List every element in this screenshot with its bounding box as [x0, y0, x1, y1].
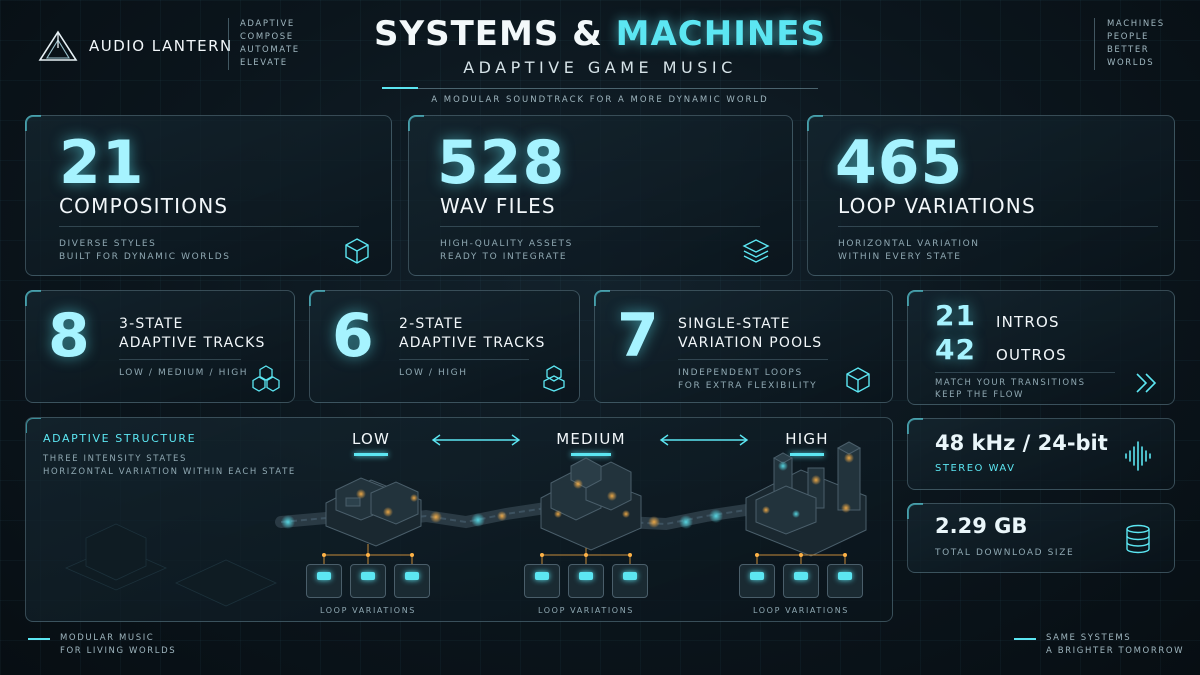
- header-tagline: A MODULAR SOUNDTRACK FOR A MORE DYNAMIC …: [431, 95, 769, 105]
- format-desc: STEREO WAV: [935, 463, 1016, 474]
- cube-icon: [845, 366, 871, 394]
- footer-right-accent: [1014, 638, 1036, 640]
- cube-icon: [344, 237, 370, 265]
- loop-label-medium: LOOP VARIATIONS: [538, 606, 634, 615]
- stat-card-loop-variations: 465 LOOP VARIATIONS HORIZONTAL VARIATION…: [807, 115, 1175, 276]
- header-rule-accent: [382, 87, 418, 89]
- stat-desc: INDEPENDENT LOOPS FOR EXTRA FLEXIBILITY: [678, 368, 818, 391]
- stat-divider: [59, 226, 359, 227]
- loop-box: [783, 564, 819, 598]
- double-chevron-right-icon: [1134, 371, 1160, 395]
- stat-card-3-state: 8 3-STATE ADAPTIVE TRACKS LOW / MEDIUM /…: [25, 290, 295, 403]
- adaptive-structure-panel: ADAPTIVE STRUCTURE THREE INTENSITY STATE…: [25, 417, 893, 622]
- loop-box-group-low: [306, 564, 430, 600]
- loop-box: [827, 564, 863, 598]
- intros-number: 21: [935, 299, 976, 332]
- loop-label-low: LOOP VARIATIONS: [320, 606, 416, 615]
- stat-card-wav-files: 528 WAV FILES HIGH-QUALITY ASSETS READY …: [408, 115, 793, 276]
- stat-desc: DIVERSE STYLES BUILT FOR DYNAMIC WORLDS: [59, 239, 231, 262]
- intros-label: INTROS: [996, 313, 1060, 331]
- top-right-words: MACHINES PEOPLE BETTER WORLDS: [1107, 19, 1165, 68]
- stat-number: 21: [59, 128, 145, 198]
- stat-card-2-state: 6 2-STATE ADAPTIVE TRACKS LOW / HIGH: [309, 290, 580, 403]
- outros-number: 42: [935, 333, 976, 366]
- cube-stack-icon: [541, 364, 567, 392]
- loop-label-high: LOOP VARIATIONS: [753, 606, 849, 615]
- footer-left-accent: [28, 638, 50, 640]
- loop-box-group-high: [739, 564, 863, 600]
- size-value: 2.29 GB: [935, 514, 1028, 538]
- stat-number: 7: [617, 301, 660, 371]
- stat-label: COMPOSITIONS: [59, 194, 229, 218]
- page-subtitle: ADAPTIVE GAME MUSIC: [463, 58, 737, 77]
- stat-label: SINGLE-STATE VARIATION POOLS: [678, 316, 823, 351]
- stat-label: 2-STATE ADAPTIVE TRACKS: [399, 316, 546, 351]
- stat-desc: LOW / MEDIUM / HIGH: [119, 368, 249, 378]
- stat-number: 6: [332, 301, 375, 371]
- intros-desc: MATCH YOUR TRANSITIONS KEEP THE FLOW: [935, 378, 1086, 400]
- format-value: 48 kHz / 24-bit: [935, 431, 1108, 455]
- cube-cluster-icon: [251, 364, 281, 392]
- footer-left-text: MODULAR MUSIC FOR LIVING WORLDS: [60, 633, 177, 656]
- stat-divider: [119, 359, 241, 360]
- stat-desc: HORIZONTAL VARIATION WITHIN EVERY STATE: [838, 239, 980, 262]
- stat-label: 3-STATE ADAPTIVE TRACKS: [119, 316, 266, 351]
- loop-box: [568, 564, 604, 598]
- stat-divider: [838, 226, 1158, 227]
- stat-divider: [678, 359, 828, 360]
- stat-label: WAV FILES: [440, 194, 556, 218]
- stat-divider: [440, 226, 760, 227]
- stat-desc: LOW / HIGH: [399, 368, 468, 378]
- layers-icon: [742, 238, 770, 264]
- outros-label: OUTROS: [996, 346, 1067, 364]
- stat-divider: [935, 372, 1115, 373]
- stat-divider: [399, 359, 529, 360]
- loop-box: [394, 564, 430, 598]
- header-rule: [382, 88, 818, 89]
- top-right-divider: [1094, 18, 1095, 70]
- database-icon: [1124, 524, 1152, 554]
- loop-box: [524, 564, 560, 598]
- stat-desc: HIGH-QUALITY ASSETS READY TO INTEGRATE: [440, 239, 573, 262]
- waveform-icon: [1123, 439, 1153, 473]
- loop-box: [739, 564, 775, 598]
- stat-card-single-state: 7 SINGLE-STATE VARIATION POOLS INDEPENDE…: [594, 290, 893, 403]
- format-card: 48 kHz / 24-bit STEREO WAV: [907, 418, 1175, 490]
- size-card: 2.29 GB TOTAL DOWNLOAD SIZE: [907, 503, 1175, 573]
- page-title: SYSTEMS & MACHINES: [0, 14, 1200, 54]
- title-part-1: SYSTEMS &: [373, 14, 603, 54]
- stat-number: 528: [437, 128, 566, 198]
- title-part-2: MACHINES: [615, 14, 827, 54]
- stat-card-compositions: 21 COMPOSITIONS DIVERSE STYLES BUILT FOR…: [25, 115, 392, 276]
- stat-number: 8: [48, 301, 91, 371]
- loop-box-group-medium: [524, 564, 648, 600]
- stat-number: 465: [835, 128, 964, 198]
- loop-box: [350, 564, 386, 598]
- footer-right-text: SAME SYSTEMS A BRIGHTER TOMORROW: [1046, 633, 1185, 656]
- loop-box: [306, 564, 342, 598]
- size-desc: TOTAL DOWNLOAD SIZE: [935, 548, 1075, 558]
- stat-label: LOOP VARIATIONS: [838, 194, 1036, 218]
- loop-box: [612, 564, 648, 598]
- intros-outros-card: 21 INTROS 42 OUTROS MATCH YOUR TRANSITIO…: [907, 290, 1175, 405]
